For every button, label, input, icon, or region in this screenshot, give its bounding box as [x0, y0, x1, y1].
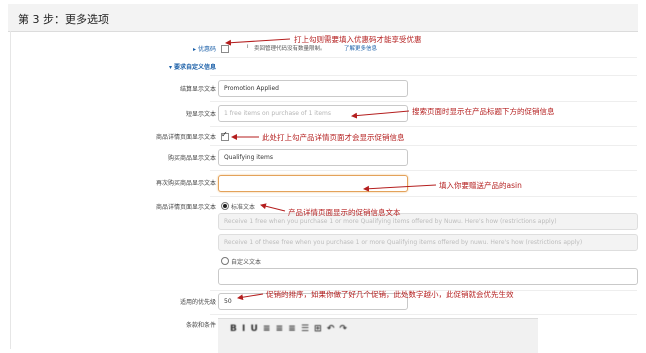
- short-display-input[interactable]: 1 free items on purchase of 1 items: [218, 105, 408, 122]
- row-divider: [210, 126, 637, 127]
- standard-text-label: 标准文本: [231, 204, 256, 211]
- terms-editor[interactable]: B I U ≡ ≡ ≡ ☰ ⊞ ↶ ↷: [218, 318, 538, 353]
- learn-more-link[interactable]: 了解更多信息: [344, 44, 377, 52]
- terms-editor-toolbar-glyphs: B I U ≡ ≡ ≡ ☰ ⊞ ↶ ↷: [230, 324, 349, 334]
- promo-code-hint: 卖回管理代码没有数量限制。: [254, 46, 326, 52]
- standard-text-radio[interactable]: [221, 202, 229, 210]
- qualifying-items-label: 购买商品显示文本: [167, 155, 216, 162]
- short-display-label: 短显示文本: [185, 111, 216, 118]
- checkout-display-input[interactable]: Promotion Applied: [218, 80, 408, 97]
- info-icon: i: [247, 44, 249, 50]
- custom-text-radio[interactable]: [221, 257, 229, 265]
- checkout-display-label: 结算显示文本: [179, 86, 216, 93]
- custom-text-label: 自定义文本: [231, 259, 262, 266]
- row-divider: [210, 75, 637, 76]
- row-divider: [210, 196, 637, 197]
- annotation-asin: 填入你要赠送产品的asin: [439, 181, 522, 190]
- priority-value: 50: [224, 298, 232, 305]
- custom-info-section[interactable]: ▾ 要求自定义信息: [169, 62, 216, 71]
- expand-arrow-icon: ▸: [192, 46, 196, 53]
- qualifying-items-input[interactable]: Qualifying items: [218, 149, 408, 166]
- step-title: 第 3 步：更多选项: [18, 13, 109, 26]
- terms-label: 条款和条件: [185, 322, 216, 329]
- custom-text-input[interactable]: [218, 268, 638, 285]
- collapse-arrow-icon: ▾: [168, 64, 172, 71]
- step-header: 第 3 步：更多选项: [8, 4, 638, 32]
- detail-page-text-label: 商品详情页面显示文本: [155, 204, 216, 211]
- annotation-priority: 促销的排序，如果你做了好几个促销，此处数字越小，此促销就会优先生效: [266, 290, 514, 299]
- annotation-short-text: 搜索页面时显示在产品标题下方的促销信息: [412, 107, 555, 116]
- promotion-settings-page: 第 3 步：更多选项 ▸ 优惠码 i 卖回管理代码没有数量限制。 了解更多信息 ▾…: [0, 0, 646, 353]
- detail-page-checkbox[interactable]: [221, 130, 229, 141]
- row-divider: [210, 314, 637, 315]
- row-divider: [210, 145, 637, 146]
- row-divider: [210, 170, 637, 171]
- detail-page-checkbox-label: 商品详情页面显示文本: [155, 134, 216, 141]
- purchased-items-input[interactable]: [218, 175, 408, 192]
- annotation-detail-text: 产品详情页面显示的促销信息文本: [288, 208, 401, 217]
- standard-text-line2: Receive 1 of these free when you purchas…: [218, 234, 638, 251]
- annotation-detail-checkbox: 此处打上勾产品详情页面才会显示促销信息: [262, 133, 405, 142]
- row-divider: [210, 101, 637, 102]
- row-divider: [210, 57, 637, 58]
- annotation-promo-code: 打上勾则需要填入优惠码才能享受优惠: [294, 35, 422, 44]
- promo-code-label[interactable]: ▸ 优惠码: [193, 44, 216, 53]
- priority-label: 适用的优先级: [179, 299, 216, 306]
- standard-text-line1: Receive 1 free when you purchase 1 or mo…: [218, 213, 638, 230]
- promo-code-checkbox[interactable]: [221, 45, 229, 53]
- purchased-items-label: 再次购买商品显示文本: [155, 180, 216, 187]
